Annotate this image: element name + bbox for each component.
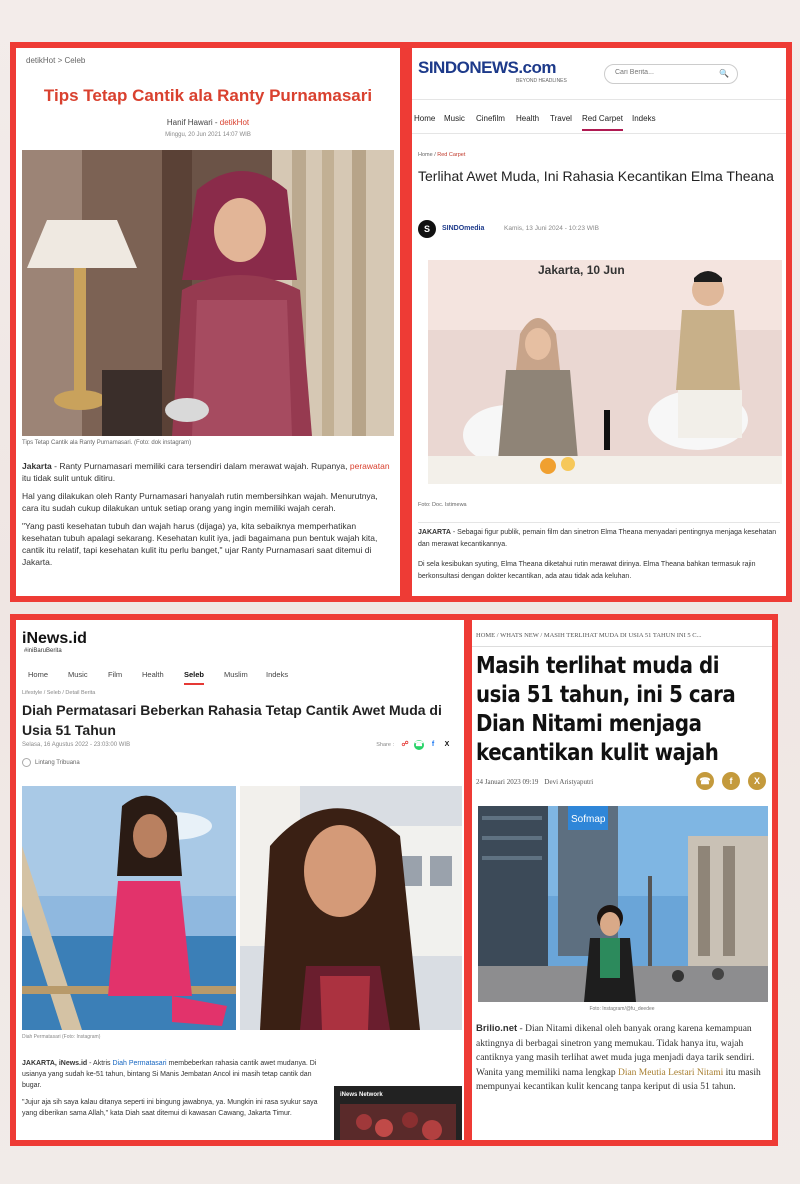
article-date: Kamis, 13 Juni 2024 - 10:23 WIB	[504, 225, 600, 232]
nav-film[interactable]: Film	[108, 670, 122, 679]
nav-indeks[interactable]: Indeks	[632, 114, 656, 123]
article-title: Masih terlihat muda di usia 51 tahun, in…	[476, 653, 736, 766]
article-photo: Jakarta, 10 Jun	[428, 260, 782, 484]
article-photo	[22, 150, 394, 436]
article-title: Terlihat Awet Muda, Ini Rahasia Kecantik…	[418, 168, 774, 184]
author-source-link[interactable]: detikHot	[220, 118, 249, 127]
article-author: Lintang Tribuana	[22, 758, 80, 767]
site-tagline: BEYOND HEADLINES	[516, 78, 567, 84]
nav-health[interactable]: Health	[516, 114, 539, 123]
paragraph: Di sela kesibukan syuting, Elma Theana d…	[418, 561, 756, 580]
brilio-article-panel: HOME / WHATS NEW / MASIH TERLIHAT MUDA D…	[466, 614, 778, 1146]
paragraph: "Jujur aja sih saya kalau ditanya sepert…	[22, 1099, 318, 1117]
inews-article-panel: iNews.id #iniBaruBerita Home Music Film …	[10, 614, 470, 1146]
avatar	[22, 758, 31, 767]
photo-backdrop-text: Jakarta, 10 Jun	[538, 263, 625, 277]
facebook-icon[interactable]: f	[428, 740, 438, 750]
search-box[interactable]: 🔍	[604, 64, 738, 84]
article-photo-right	[240, 786, 462, 1030]
paragraph-text: - Ranty Purnamasari memiliki cara tersen…	[51, 461, 350, 471]
detikhot-article-panel: detikHot > Celeb Tips Tetap Cantik ala R…	[10, 42, 406, 602]
share-label: Share :	[376, 742, 394, 748]
facebook-icon[interactable]: f	[722, 772, 740, 790]
article-date: Selasa, 16 Agustus 2022 - 23:03:00 WIB	[22, 742, 131, 748]
source-name: Brilio.net	[476, 1023, 518, 1034]
x-icon[interactable]: X	[442, 740, 452, 750]
dateline: JAKARTA, iNews.id	[22, 1060, 88, 1067]
nav-muslim[interactable]: Muslim	[224, 670, 248, 679]
divider	[472, 646, 772, 647]
paragraph-text: itu tidak sulit untuk ditiru.	[22, 473, 116, 483]
nav-indeks[interactable]: Indeks	[266, 670, 288, 679]
photo-caption: Diah Permatasari (Foto: Instagram)	[22, 1034, 101, 1040]
nav-music[interactable]: Music	[444, 114, 465, 123]
author-name: Hanif Hawari -	[166, 118, 220, 127]
breadcrumb[interactable]: HOME / WHATS NEW / MASIH TERLIHAT MUDA D…	[476, 632, 768, 639]
site-tagline: #iniBaruBerita	[24, 648, 62, 654]
article-photo-left	[22, 786, 236, 1030]
x-icon[interactable]: X	[748, 772, 766, 790]
article-title: Tips Tetap Cantik ala Ranty Purnamasari	[43, 86, 373, 105]
paragraph-text: - Sebagai figur publik, pemain film dan …	[418, 529, 777, 548]
article-author: Hanif Hawari - detikHot	[16, 118, 400, 127]
author-name[interactable]: SINDOmedia	[442, 225, 484, 232]
main-nav: Home Music Cinefilm Health Travel Red Ca…	[412, 106, 786, 134]
sign-text: Sofmap	[571, 814, 606, 825]
article-body: Brilio.net - Dian Nitami dikenal oleh ba…	[476, 1022, 766, 1095]
inline-link[interactable]: perawatan	[350, 461, 390, 471]
article-body: JAKARTA - Sebagai figur publik, pemain f…	[418, 522, 780, 591]
whatsapp-icon[interactable]: ☎	[414, 740, 424, 750]
share-link-icon[interactable]: ☍	[400, 740, 410, 750]
inline-link[interactable]: Diah Permatasari	[113, 1060, 167, 1067]
paragraph: "Yang pasti kesehatan tubuh dan wajah ha…	[22, 521, 378, 567]
nav-red-carpet[interactable]: Red Carpet	[582, 114, 623, 131]
site-header: SINDONEWS.com BEYOND HEADLINES 🔍	[412, 48, 786, 100]
nav-seleb[interactable]: Seleb	[184, 670, 205, 685]
dateline: JAKARTA	[418, 529, 451, 536]
sindonews-article-panel: SINDONEWS.com BEYOND HEADLINES 🔍 Home Mu…	[406, 42, 792, 602]
article-date: 24 Januari 2023 09:19	[476, 778, 539, 786]
author-name[interactable]: Lintang Tribuana	[35, 760, 80, 766]
author-name[interactable]: Devi Aristyaputri	[544, 778, 593, 786]
site-logo[interactable]: SINDONEWS.com	[418, 58, 557, 78]
photo-caption: Foto: Doc. Istimewa	[418, 502, 467, 508]
breadcrumb: Home / Red Carpet	[418, 152, 465, 158]
breadcrumb[interactable]: detikHot > Celeb	[26, 56, 85, 65]
photo-caption: Tips Tetap Cantik ala Ranty Purnamasari.…	[22, 440, 192, 446]
article-date: Minggu, 20 Jun 2021 14:07 WIB	[165, 132, 251, 138]
nav-cinefilm[interactable]: Cinefilm	[476, 114, 505, 123]
share-bar: Share : ☍ ☎ f X	[364, 740, 454, 752]
share-bar: ☎ f X	[696, 772, 766, 792]
nav-music[interactable]: Music	[68, 670, 88, 679]
article-body: Jakarta - Ranty Purnamasari memiliki car…	[22, 460, 394, 574]
dateline: Jakarta	[22, 461, 52, 471]
photo-caption: Foto: Instagram/@fu_deedee	[589, 1006, 655, 1012]
search-icon[interactable]: 🔍	[719, 69, 729, 78]
nav-home[interactable]: Home	[414, 114, 435, 123]
nav-health[interactable]: Health	[142, 670, 164, 679]
article-meta: 24 Januari 2023 09:19 Devi Aristyaputri	[476, 778, 593, 786]
article-body: JAKARTA, iNews.id - Aktris Diah Permatas…	[22, 1058, 328, 1125]
paragraph: Jakarta - Ranty Purnamasari memiliki car…	[22, 460, 394, 484]
search-input[interactable]	[615, 69, 715, 76]
site-logo[interactable]: iNews.id	[22, 630, 87, 648]
main-nav: Home Music Film Health Seleb Muslim Inde…	[16, 664, 464, 688]
nav-home[interactable]: Home	[28, 670, 48, 679]
news-network-widget[interactable]: iNews Network	[334, 1086, 462, 1140]
nav-travel[interactable]: Travel	[550, 114, 572, 123]
paragraph: Hal yang dilakukan oleh Ranty Purnamasar…	[22, 491, 378, 513]
breadcrumb[interactable]: Lifestyle / Seleb / Detail Berita	[22, 690, 95, 696]
paragraph-text: - Aktris	[87, 1060, 113, 1067]
paragraph: JAKARTA - Sebagai figur publik, pemain f…	[418, 527, 780, 551]
whatsapp-icon[interactable]: ☎	[696, 772, 714, 790]
paragraph: JAKARTA, iNews.id - Aktris Diah Permatas…	[22, 1058, 328, 1091]
article-photo: Sofmap	[478, 806, 768, 1002]
breadcrumb-section[interactable]: Red Carpet	[437, 152, 465, 158]
breadcrumb-home[interactable]: Home /	[418, 152, 437, 158]
article-title: Diah Permatasari Beberkan Rahasia Tetap …	[22, 702, 442, 738]
avatar: S	[418, 220, 436, 238]
inline-link[interactable]: Dian Meutia Lestari Nitami	[618, 1068, 723, 1078]
